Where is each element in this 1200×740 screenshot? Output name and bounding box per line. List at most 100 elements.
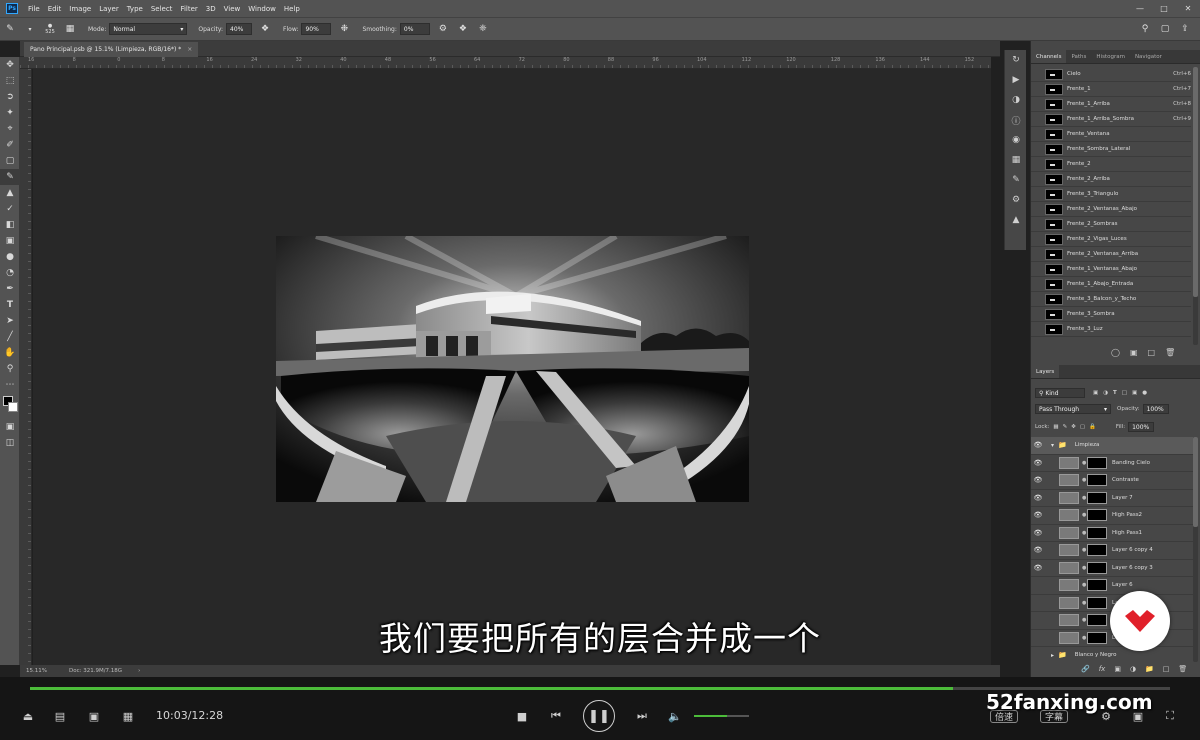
- layer-style-icon[interactable]: fx: [1099, 665, 1106, 673]
- new-channel-icon[interactable]: □: [1148, 348, 1156, 357]
- load-selection-icon[interactable]: ◯: [1111, 348, 1120, 357]
- eye-icon[interactable]: 👁: [1031, 564, 1045, 572]
- filter-shape-icon[interactable]: □: [1122, 390, 1127, 396]
- layer-row[interactable]: 👁 ● Contraste: [1031, 472, 1193, 490]
- fullscreen-icon[interactable]: ⛶: [1162, 707, 1178, 725]
- color-swatches-icon[interactable]: [0, 393, 20, 419]
- layer-opacity-field[interactable]: 100%: [1142, 404, 1169, 414]
- pressure-size-icon[interactable]: ❖: [456, 22, 470, 36]
- channel-row[interactable]: Frente_Sombra_Lateral: [1031, 142, 1191, 157]
- eject-icon[interactable]: ⏏: [20, 707, 36, 725]
- channel-row[interactable]: Frente_1_Arriba_Sombra Ctrl+9: [1031, 112, 1191, 127]
- brushes-icon[interactable]: ✎: [1005, 170, 1027, 190]
- opacity-field[interactable]: 40%: [226, 23, 253, 35]
- pause-button[interactable]: ❚❚: [583, 700, 615, 732]
- blur-tool-icon[interactable]: ●: [0, 249, 20, 265]
- swatches-icon[interactable]: ▦: [1005, 150, 1027, 170]
- maximize-icon[interactable]: □: [1152, 0, 1176, 17]
- eraser-tool-icon[interactable]: ◧: [0, 217, 20, 233]
- eye-icon[interactable]: 👁: [1031, 546, 1045, 554]
- channel-row[interactable]: Frente_1_Abajo_Entrada: [1031, 277, 1191, 292]
- picture-icon[interactable]: ▦: [120, 707, 136, 725]
- fill-field[interactable]: 100%: [1128, 422, 1155, 432]
- channel-row[interactable]: Frente_Ventana: [1031, 127, 1191, 142]
- lock-position-icon[interactable]: ✥: [1071, 424, 1076, 430]
- history-icon[interactable]: ↻: [1005, 50, 1027, 70]
- color-icon[interactable]: ◉: [1005, 130, 1027, 150]
- clone-source-icon[interactable]: ▲: [1005, 210, 1027, 230]
- quick-mask-icon[interactable]: ▣: [0, 419, 20, 435]
- smoothing-field[interactable]: 0%: [399, 23, 430, 35]
- layer-row[interactable]: 👁 ● Banding Cielo: [1031, 455, 1193, 472]
- minimize-icon[interactable]: —: [1128, 0, 1152, 17]
- brush-settings-icon[interactable]: ⚙: [1005, 190, 1027, 210]
- brush-settings-icon[interactable]: ▦: [63, 22, 77, 36]
- layer-row[interactable]: 👁 ● High Pass2: [1031, 507, 1193, 525]
- new-group-icon[interactable]: 📁: [1145, 665, 1154, 673]
- history-brush-tool-icon[interactable]: ✓: [0, 201, 20, 217]
- flow-field[interactable]: 90%: [301, 23, 332, 35]
- mode-select[interactable]: Normal ▾: [109, 23, 188, 35]
- next-icon[interactable]: ⏭: [634, 707, 650, 725]
- menu-filter[interactable]: Filter: [176, 5, 201, 13]
- line-tool-icon[interactable]: ╱: [0, 329, 20, 345]
- eyedropper-tool-icon[interactable]: ✐: [0, 137, 20, 153]
- channel-row[interactable]: Frente_2: [1031, 157, 1191, 172]
- layer-row[interactable]: 👁 ● Layer 6 copy 4: [1031, 542, 1193, 560]
- volume-icon[interactable]: 🔈: [667, 707, 683, 725]
- pen-tool-icon[interactable]: ✒: [0, 281, 20, 297]
- chevron-icon[interactable]: ▾: [1051, 442, 1054, 449]
- link-layers-icon[interactable]: 🔗: [1081, 665, 1090, 673]
- menu-help[interactable]: Help: [280, 5, 304, 13]
- tab-histogram[interactable]: Histogram: [1091, 50, 1130, 63]
- clone-stamp-tool-icon[interactable]: ▲: [0, 185, 20, 201]
- channel-row[interactable]: Frente_2_Sombras: [1031, 217, 1191, 232]
- gear-icon[interactable]: ⚙: [436, 22, 450, 36]
- brush-tool-icon[interactable]: ✎: [3, 22, 17, 36]
- lock-pixels-icon[interactable]: ✎: [1063, 424, 1068, 430]
- filter-type-icon[interactable]: T: [1113, 390, 1117, 396]
- lock-artboard-icon[interactable]: ▢: [1080, 424, 1085, 430]
- stop-icon[interactable]: ■: [514, 707, 530, 725]
- brush-preset-icon[interactable]: ● 525: [43, 22, 57, 36]
- previous-icon[interactable]: ⏮: [548, 707, 564, 725]
- zoom-tool-icon[interactable]: ⚲: [0, 361, 20, 377]
- channel-row[interactable]: Frente_2_Ventanas_Arriba: [1031, 247, 1191, 262]
- tab-navigator[interactable]: Navigator: [1130, 50, 1167, 63]
- magic-wand-tool-icon[interactable]: ✦: [0, 105, 20, 121]
- close-icon[interactable]: ×: [187, 46, 192, 53]
- info-icon[interactable]: ⓘ: [1005, 110, 1027, 130]
- layer-row[interactable]: 👁 ● High Pass1: [1031, 525, 1193, 542]
- move-tool-icon[interactable]: ✥: [0, 57, 20, 73]
- healing-brush-tool-icon[interactable]: ▢: [0, 153, 20, 169]
- marquee-tool-icon[interactable]: ⬚: [0, 73, 20, 89]
- menu-type[interactable]: Type: [123, 5, 147, 13]
- volume-slider[interactable]: [694, 715, 749, 717]
- channel-row[interactable]: Frente_1_Arriba Ctrl+8: [1031, 97, 1191, 112]
- eye-icon[interactable]: 👁: [1031, 529, 1045, 537]
- lock-transparent-icon[interactable]: ▦: [1053, 424, 1058, 430]
- filter-adjustment-icon[interactable]: ◑: [1103, 390, 1108, 396]
- symmetry-icon[interactable]: ❈: [476, 22, 490, 36]
- menu-window[interactable]: Window: [244, 5, 280, 13]
- channel-row[interactable]: Frente_3_Balcon_y_Techo: [1031, 292, 1191, 307]
- chevron-down-icon[interactable]: ▾: [23, 22, 37, 36]
- adjustments-icon[interactable]: ◑: [1005, 90, 1027, 110]
- playlist-icon[interactable]: ▤: [52, 707, 68, 725]
- channel-row[interactable]: Frente_3_Sombra: [1031, 307, 1191, 322]
- close-icon[interactable]: ✕: [1176, 0, 1200, 17]
- menu-image[interactable]: Image: [65, 5, 95, 13]
- channel-row[interactable]: Frente_3_Triangulo: [1031, 187, 1191, 202]
- more-tools-icon[interactable]: ⋯: [0, 377, 20, 393]
- zoom-level[interactable]: 15.11%: [26, 668, 47, 674]
- trash-icon[interactable]: 🗑: [1178, 665, 1187, 673]
- airbrush-icon[interactable]: ❉: [337, 22, 351, 36]
- layer-row[interactable]: ● Layer 6: [1031, 577, 1193, 595]
- lasso-tool-icon[interactable]: ➲: [0, 89, 20, 105]
- dodge-tool-icon[interactable]: ◔: [0, 265, 20, 281]
- layer-kind-filter[interactable]: ⚲ Kind: [1035, 388, 1085, 398]
- channels-scrollbar[interactable]: [1193, 67, 1198, 345]
- eye-icon[interactable]: 👁: [1031, 511, 1045, 519]
- new-layer-icon[interactable]: □: [1163, 665, 1170, 673]
- workspace-icon[interactable]: ▢: [1158, 22, 1172, 36]
